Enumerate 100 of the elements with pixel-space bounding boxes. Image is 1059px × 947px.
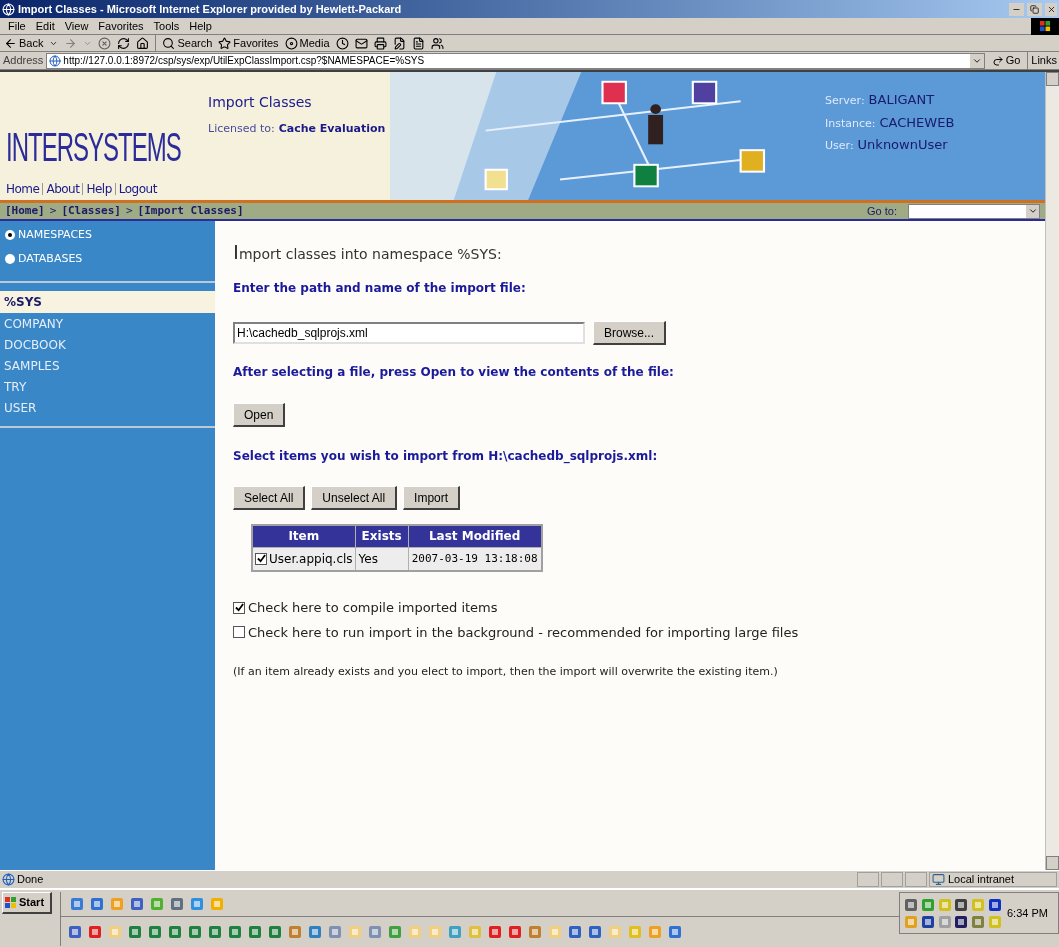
licensed-label: Licensed to: (208, 121, 275, 137)
stop-icon[interactable] (98, 36, 112, 50)
status-text: Done (17, 872, 45, 888)
note-text: (If an item already exists and you elect to import, then the import will overwrite the existing item.) (233, 664, 779, 680)
menu-item[interactable]: Favorites (93, 17, 149, 35)
refresh-icon[interactable] (117, 36, 131, 50)
page-title: Import Classes (208, 93, 313, 112)
program-icon[interactable] (903, 896, 919, 913)
radio-label[interactable]: DATABASES (18, 250, 83, 267)
logo: INTERSYSTEMS (6, 122, 181, 172)
namespace-item[interactable]: %SYS (0, 291, 215, 313)
column-header: Item (252, 525, 356, 547)
path-field[interactable]: H:\cachedb_sqlprojs.xml (233, 322, 585, 344)
table-cell-text: User.appiq.cls (269, 550, 353, 568)
select-prompt: Select items you wish to import from H:\cachedb_sqlprojs.xml: (233, 448, 659, 465)
disc-icon (284, 36, 298, 50)
breadcrumb-link[interactable]: [Home] (5, 202, 45, 220)
checkbox[interactable] (233, 626, 245, 639)
back-arrow-icon (4, 36, 17, 50)
info-value: BALIGANT (868, 91, 935, 109)
program-icon[interactable] (953, 913, 970, 930)
path-prompt: Enter the path and name of the import file: (233, 280, 527, 297)
breadcrumb-separator: > (126, 202, 133, 219)
window-title: Import Classes - Microsoft Internet Explorer provided by Hewlett-Packard (18, 1, 402, 17)
links-button[interactable]: Links (1027, 52, 1059, 69)
favorites-button[interactable]: Favorites (218, 34, 279, 52)
print-icon[interactable] (373, 36, 387, 50)
goto-label: Go to: (867, 203, 897, 219)
action-button[interactable]: Import (403, 486, 461, 510)
header-link[interactable]: Help (86, 180, 112, 198)
info-value: CACHEWEB (879, 113, 955, 132)
media-button[interactable]: Media (284, 34, 330, 52)
mail-icon[interactable] (354, 36, 368, 50)
goto-select[interactable] (908, 203, 1040, 219)
breadcrumb-link[interactable]: [Classes] (61, 202, 121, 220)
close-button[interactable] (1045, 2, 1057, 16)
start-button[interactable]: Start (2, 892, 52, 914)
people-icon[interactable] (430, 36, 444, 50)
program-icon[interactable] (987, 896, 1004, 913)
windows-flag-icon (1039, 20, 1051, 32)
status-panel (905, 872, 927, 887)
check-icon (234, 603, 244, 613)
address-label: Address (3, 53, 44, 69)
scrollbar[interactable] (1045, 72, 1059, 870)
dropdown-icon (1027, 206, 1038, 216)
breadcrumb-link[interactable]: [Import Classes] (137, 202, 244, 220)
open-prompt: After selecting a file, press Open to view the contents of the file: (233, 364, 675, 381)
menu-item[interactable]: View (59, 17, 94, 35)
checkbox[interactable] (255, 552, 267, 565)
column-header: Exists (355, 525, 409, 547)
info-label: User: (825, 138, 854, 154)
table-cell: 2007-03-19 13:18:08 (408, 547, 542, 571)
menu-item[interactable]: File (3, 17, 31, 35)
page-heading: Import classes into namespace %SYS: (233, 239, 503, 266)
forward-icon[interactable] (64, 36, 78, 50)
header-link[interactable]: Home (6, 180, 40, 198)
checkbox[interactable] (233, 601, 245, 614)
history-icon[interactable] (335, 36, 349, 50)
licensed-value: Cache Evaluation (278, 121, 386, 137)
status-panel (857, 872, 879, 887)
header-link[interactable]: About (46, 180, 80, 198)
column-header: Last Modified (408, 525, 542, 547)
program-icon[interactable] (953, 896, 970, 913)
menu-item[interactable]: Tools (148, 17, 185, 35)
open-button[interactable]: Open (233, 403, 286, 427)
clock: 6:34 PM (1007, 905, 1048, 921)
document-icon[interactable] (411, 36, 425, 50)
radio-label[interactable]: NAMESPACES (18, 227, 93, 244)
option-label: Check here to compile imported items (248, 599, 498, 617)
radio-button[interactable] (5, 230, 15, 241)
menu-item[interactable]: Edit (30, 17, 60, 35)
info-value: UnknownUser (857, 136, 948, 154)
status-panel (881, 872, 903, 887)
search-button[interactable]: Search (155, 34, 213, 52)
check-icon (256, 554, 266, 564)
restore-icon (1030, 4, 1039, 14)
back-button[interactable]: Back (4, 34, 44, 52)
browser-icon (2, 2, 15, 16)
home-icon[interactable] (136, 36, 150, 50)
info-label: Server: (825, 93, 865, 109)
info-label: Instance: (825, 115, 876, 132)
star-icon (218, 36, 232, 50)
breadcrumb-separator: > (49, 202, 57, 219)
program-icon[interactable] (919, 913, 936, 930)
action-button[interactable]: Unselect All (311, 486, 398, 510)
minimize-button[interactable] (1009, 2, 1024, 16)
action-button[interactable]: Select All (233, 486, 306, 510)
edit-icon[interactable] (392, 36, 406, 50)
header-link[interactable]: Logout (118, 180, 157, 198)
zone-text: Local intranet (948, 872, 1015, 888)
address-field[interactable]: http://127.0.0.1:8972/csp/sys/exp/UtilExpClassImport.csp?$NAMESPACE=%SYS (46, 52, 985, 69)
close-icon (1046, 4, 1056, 14)
radio-button[interactable] (5, 253, 15, 264)
menu-item[interactable]: Help (184, 17, 217, 35)
restore-button[interactable] (1027, 2, 1042, 16)
option-label: Check here to run import in the background - recommended for importing large files (248, 623, 799, 642)
go-button[interactable]: Go (987, 52, 1025, 69)
browse-button[interactable]: Browse... (593, 321, 666, 345)
search-icon (162, 36, 176, 50)
go-arrow-icon (991, 54, 1004, 67)
